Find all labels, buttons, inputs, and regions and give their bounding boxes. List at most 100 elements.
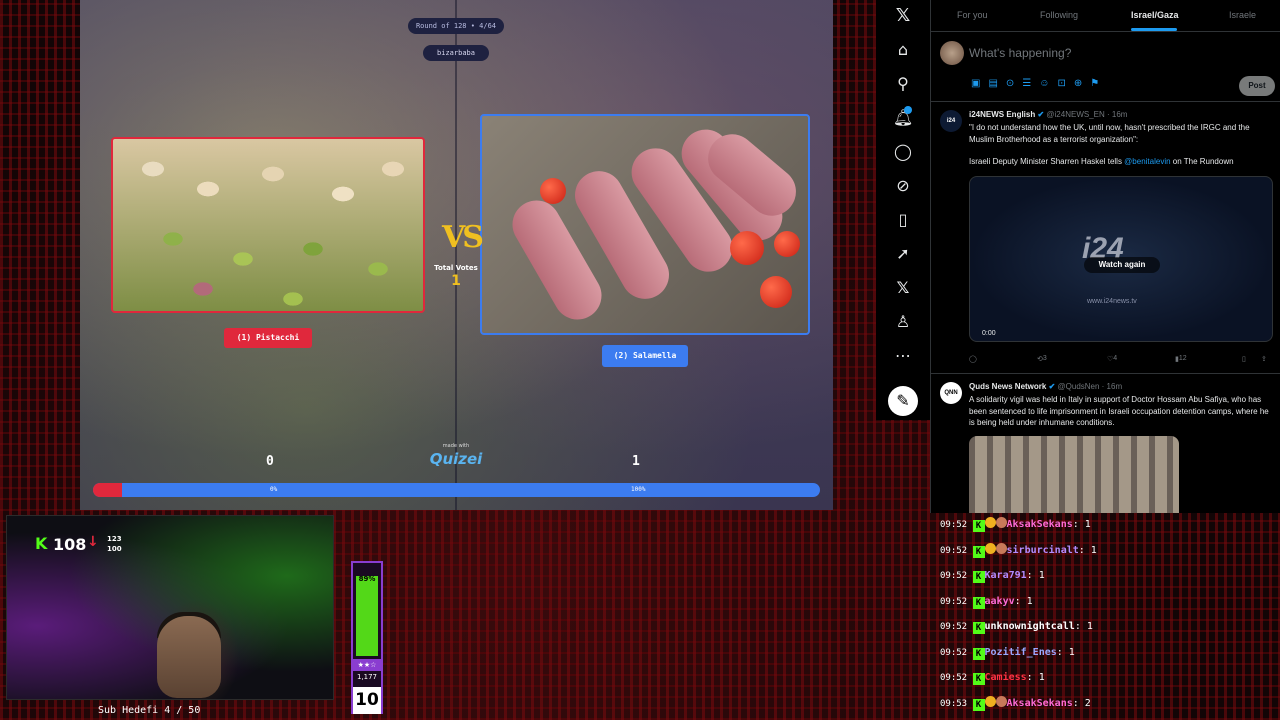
rocket-icon[interactable]: ➚ [891,242,915,266]
chat-timestamp: 09:52 [940,545,973,556]
gifter-badge-icon [995,542,1007,554]
feed-tabs: For you Following Israel/Gaza Israele [931,0,1280,32]
sub-badge-icon [984,695,996,707]
bookmark-icon[interactable]: ▯ [891,208,915,232]
divider [931,101,1280,102]
tab-israele[interactable]: Israele [1229,10,1256,20]
compose-input[interactable]: What's happening? [969,46,1071,60]
tweet-text-line: "I do not understand how the UK, until n… [969,123,1250,144]
reply-icon[interactable]: ◯ [969,355,977,363]
tab-following[interactable]: Following [1040,10,1078,20]
post-compose-icon[interactable]: ✎ [888,386,918,416]
goal-meter-percent: 89% [358,575,376,583]
watch-again-button[interactable]: Watch again [1084,257,1160,273]
chat-username[interactable]: AksakSekans [1007,519,1073,530]
tweet-avatar-i24[interactable]: i24 [940,110,962,132]
kick-badge-icon: K [972,622,985,634]
option-right-image[interactable] [480,114,810,335]
x-premium-icon[interactable]: 𝕏 [891,276,915,300]
tab-israel-gaza[interactable]: Israel/Gaza [1131,10,1179,20]
chat-message: 09:52 K Camiess: 1 [940,669,1280,695]
home-icon[interactable]: ⌂ [891,38,915,62]
bookmark-icon[interactable]: ▯ [1242,355,1246,363]
x-logo-icon[interactable]: 𝕏 [891,4,915,28]
tomato-shape [540,178,566,204]
goal-meter-fill [356,575,378,656]
round-indicator: Round of 128 • 4/64 [408,18,504,34]
gifter-badge-icon [995,517,1007,528]
center-divider [455,0,457,510]
retweet-count: 3 [1042,355,1047,362]
option-left-image[interactable] [111,137,425,313]
video-url: www.i24news.tv [1087,298,1137,305]
mention-link[interactable]: @benitalevin [1124,157,1170,166]
search-icon[interactable]: ⚲ [891,72,915,96]
chat-timestamp: 09:52 [940,520,973,530]
gifter-badge-icon [995,695,1007,707]
tweet-video[interactable]: i24 Watch again www.i24news.tv 0:00 [969,176,1273,342]
chat-timestamp: 09:52 [940,622,973,632]
chat-text: : 1 [1056,646,1075,658]
streamer-face [157,616,221,698]
notification-dot [904,106,912,114]
messages-icon[interactable]: ◯ [891,140,915,164]
total-votes-value: 1 [451,273,461,289]
chat-username[interactable]: Camiess [985,672,1027,683]
chat-timestamp: 09:52 [940,673,973,683]
made-with-label: made with [442,443,470,449]
like-count: 4 [1113,355,1118,362]
kick-badge-icon: K [972,520,985,532]
vote-percent-left: 0% [270,486,278,493]
kick-value: 108 [53,535,87,554]
side-a-count: 123 [107,535,122,543]
chat-username[interactable]: AksakSekans [1007,698,1073,709]
tomato-shape [730,231,764,265]
more-icon[interactable]: ⋯ [891,344,915,368]
tweet-author[interactable]: Quds News Network ✔ @QudsNen · 16m [969,382,1122,391]
vote-option-1-button[interactable]: (1) Pistacchi [224,328,312,348]
chat-username[interactable]: unknownightcall [985,621,1075,632]
chat-message: 09:52 K Pozitif_Enes: 1 [940,644,1280,670]
divider [931,373,1280,374]
views-icon[interactable]: ▮ 12 [1175,355,1187,363]
sub-badge-icon [984,542,996,554]
chat-timestamp: 09:53 [940,698,973,709]
chat-message: 09:52 Kunknownightcall: 1 [940,618,1280,644]
chat-message: 09:53 K AksakSekans: 2 [940,695,1280,720]
chat-username[interactable]: Kara791 [985,570,1027,581]
vote-progress-bar: 0% 100% [93,483,820,497]
tweet-handle: @i24NEWS_EN · 16m [1046,110,1128,119]
chat-text: : 1 [1026,570,1045,581]
stars-icon: ★★☆ [353,659,381,671]
tweet-avatar-quds[interactable]: QNN [940,382,962,404]
sub-goal-label: Sub Hedefi 4 / 50 [98,705,201,716]
x-sidebar-nav: 𝕏 ⌂ ⚲ 🔔︎ ◯ ⊘ ▯ ➚ 𝕏 ♙ ⋯ ✎ [876,0,930,420]
tweet-text: A solidarity vigil was held in Italy in … [969,395,1269,427]
tweet-author[interactable]: i24NEWS English ✔ @i24NEWS_EN · 16m [969,110,1127,119]
grok-icon[interactable]: ⊘ [891,174,915,198]
goal-meter: 89% ★★☆ 1,177 10 [351,561,383,714]
goal-meter-count: 1,177 [356,673,378,681]
post-button[interactable]: Post [1239,76,1275,96]
vote-option-2-button[interactable]: (2) Salamella [602,345,688,367]
vs-logo: VS [442,220,484,255]
webcam-overlay: K 108 ↓ 123 100 [6,515,334,700]
kick-icon: K [35,534,48,553]
chat-username[interactable]: Pozitif_Enes [985,647,1057,658]
tab-for-you[interactable]: For you [957,10,988,20]
tomato-shape [774,231,800,257]
chat-message: 09:52 K AksakSekans: 1 [940,516,1280,542]
vote-percent-right: 100% [631,486,646,493]
share-icon[interactable]: ⇪ [1261,355,1267,363]
tweet-photo[interactable] [969,436,1179,513]
like-icon[interactable]: ♡ 4 [1107,355,1117,363]
tweet-author-name: i24NEWS English [969,110,1036,119]
chat-username[interactable]: aakyv [985,596,1015,607]
chat-username[interactable]: sirburcinalt [1007,545,1079,556]
retweet-icon[interactable]: ⟲ 3 [1037,355,1047,363]
profile-icon[interactable]: ♙ [891,310,915,334]
avatar[interactable] [940,41,964,65]
compose-toolbar[interactable]: ▣▤⊙☰☺⊡⊕⚑ [971,78,1107,89]
arrow-down-icon: ↓ [87,534,99,550]
goal-meter-level: 10 [353,687,381,714]
